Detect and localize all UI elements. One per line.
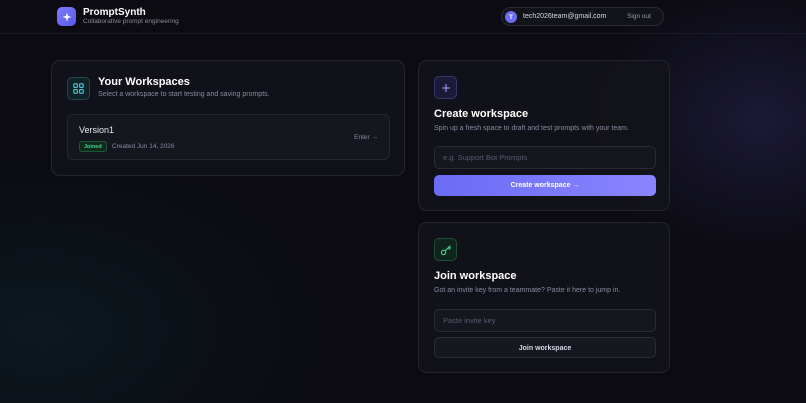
workspace-name: Version1 — [79, 125, 115, 135]
workspace-item[interactable]: Version1 Joined Created Jun 14, 2026 Ent… — [67, 114, 390, 160]
brand-tagline: Collaborative prompt engineering — [83, 18, 179, 25]
create-workspace-card: Create workspace Spin up a fresh space t… — [418, 60, 670, 211]
user-menu: T tech2026team@gmail.com Sign out — [501, 7, 664, 26]
workspaces-title: Your Workspaces — [98, 76, 190, 88]
invite-key-input[interactable] — [434, 309, 656, 332]
sign-out-button[interactable]: Sign out — [619, 10, 659, 24]
grid-icon — [67, 77, 90, 100]
top-header: PromptSynth Collaborative prompt enginee… — [0, 0, 806, 34]
workspaces-card: Your Workspaces Select a workspace to st… — [51, 60, 405, 176]
workspaces-subtitle: Select a workspace to start testing and … — [98, 91, 270, 98]
avatar[interactable]: T — [505, 11, 517, 23]
join-workspace-subtitle: Got an invite key from a teammate? Paste… — [434, 287, 621, 294]
join-workspace-card: Join workspace Got an invite key from a … — [418, 222, 670, 373]
status-badge: Joined — [79, 141, 107, 152]
join-workspace-title: Join workspace — [434, 270, 517, 282]
key-icon — [434, 238, 457, 261]
workspace-created-date: Created Jun 14, 2026 — [112, 143, 175, 150]
user-email: tech2026team@gmail.com — [523, 13, 607, 20]
create-workspace-subtitle: Spin up a fresh space to draft and test … — [434, 125, 629, 132]
plus-icon — [434, 76, 457, 99]
enter-workspace-link[interactable]: Enter → — [354, 134, 378, 141]
workspace-name-input[interactable] — [434, 146, 656, 169]
brand-name[interactable]: PromptSynth — [83, 7, 146, 18]
create-workspace-title: Create workspace — [434, 108, 529, 120]
create-workspace-button[interactable]: Create workspace → — [434, 175, 656, 196]
sparkle-icon[interactable] — [57, 7, 76, 26]
join-workspace-button[interactable]: Join workspace — [434, 337, 656, 358]
